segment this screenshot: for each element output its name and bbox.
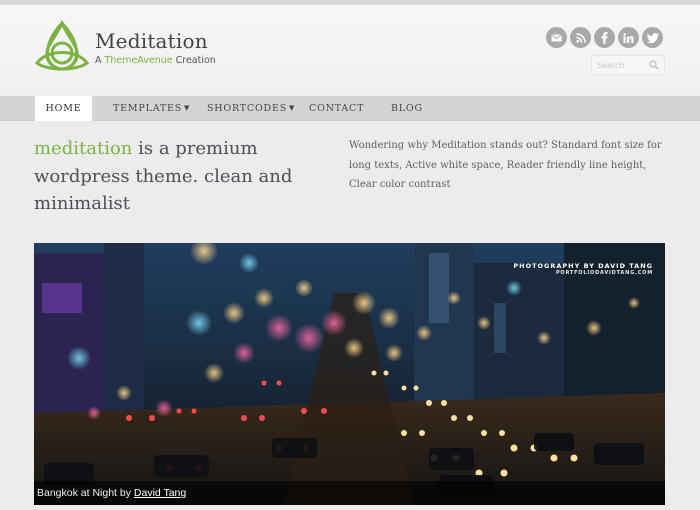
main-navigation: Home Templates ▼ Shortcodes ▼ Contact Blog bbox=[0, 96, 700, 121]
photo-credit-line2: PORTFOLIODAVIDTANG.COM bbox=[555, 270, 653, 276]
slider-photo bbox=[34, 243, 665, 505]
featured-slider[interactable]: PHOTOGRAPHY BY DAVID TANG PORTFOLIODAVID… bbox=[34, 243, 665, 505]
search-box bbox=[591, 55, 665, 75]
nav-templates-label: Templates bbox=[113, 103, 183, 114]
tagline-suffix: Creation bbox=[172, 55, 216, 66]
nav-item-home[interactable]: Home bbox=[35, 96, 92, 121]
tagline-brand: ThemeAvenue bbox=[104, 55, 173, 66]
nav-item-contact[interactable]: Contact bbox=[309, 96, 364, 121]
triquetra-logo-icon[interactable] bbox=[33, 19, 91, 73]
photo-credit-line1: PHOTOGRAPHY BY DAVID TANG bbox=[513, 262, 653, 270]
chevron-down-icon: ▼ bbox=[184, 104, 191, 112]
caption-text: Bangkok at Night by bbox=[37, 487, 134, 499]
nav-item-templates[interactable]: Templates ▼ bbox=[113, 96, 190, 121]
nav-contact-label: Contact bbox=[309, 103, 365, 114]
linkedin-icon[interactable] bbox=[618, 27, 639, 48]
search-input[interactable] bbox=[597, 60, 645, 70]
site-title[interactable]: Meditation bbox=[95, 29, 208, 53]
site-tagline: A ThemeAvenue Creation bbox=[95, 55, 216, 66]
twitter-icon[interactable] bbox=[642, 27, 663, 48]
nav-item-blog[interactable]: Blog bbox=[391, 96, 423, 121]
email-icon[interactable] bbox=[546, 27, 567, 48]
intro-accent: meditation bbox=[34, 138, 133, 159]
search-icon[interactable] bbox=[649, 60, 659, 70]
facebook-icon[interactable] bbox=[594, 27, 615, 48]
rss-icon[interactable] bbox=[570, 27, 591, 48]
chevron-down-icon: ▼ bbox=[289, 104, 296, 112]
nav-blog-label: Blog bbox=[391, 103, 423, 114]
tagline-prefix: A bbox=[95, 55, 105, 66]
photo-credit: PHOTOGRAPHY BY DAVID TANG PORTFOLIODAVID… bbox=[513, 262, 653, 276]
slider-caption: Bangkok at Night by David Tang bbox=[34, 481, 665, 505]
site-header: Meditation A ThemeAvenue Creation bbox=[0, 5, 700, 96]
intro-blurb: Wondering why Meditation stands out? Sta… bbox=[349, 140, 662, 190]
caption-author-link[interactable]: David Tang bbox=[134, 487, 186, 499]
nav-item-shortcodes[interactable]: Shortcodes ▼ bbox=[207, 96, 295, 121]
social-icons bbox=[546, 27, 663, 48]
intro-heading: meditation is a premium wordpress theme.… bbox=[34, 135, 324, 218]
nav-shortcodes-label: Shortcodes bbox=[207, 103, 288, 114]
nav-home-label: Home bbox=[45, 103, 82, 114]
